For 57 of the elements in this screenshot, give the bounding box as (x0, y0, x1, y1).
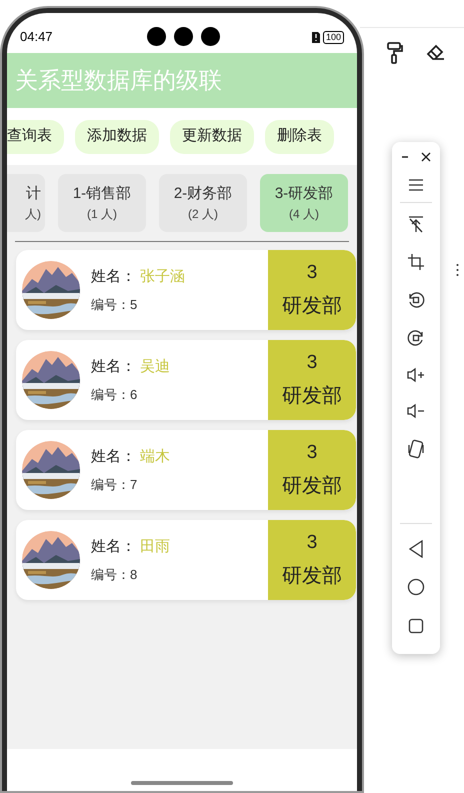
department-id: 3 (306, 350, 318, 375)
employee-id: 5 (130, 296, 138, 314)
action-button[interactable]: 添加数据 (75, 120, 159, 154)
rotate-icon[interactable] (407, 329, 425, 347)
action-button[interactable]: 删除表 (265, 120, 334, 154)
department-tab[interactable]: 计 人) (7, 174, 45, 232)
phone-rotate-icon[interactable] (407, 439, 425, 459)
employee-card[interactable]: 姓名： 端木 编号：7 3 研发部 (16, 430, 356, 510)
crop-icon[interactable] (407, 253, 425, 271)
department-name: 研发部 (282, 384, 342, 410)
camera-icon (201, 27, 220, 46)
pin-top-icon[interactable] (407, 215, 425, 233)
eraser-icon[interactable] (426, 44, 446, 62)
employee-card[interactable]: 姓名： 田雨 编号：8 3 研发部 (16, 520, 356, 600)
menu-icon[interactable] (408, 178, 424, 192)
camera-icon (147, 27, 166, 46)
employee-id: 8 (130, 566, 138, 584)
department-tab[interactable]: 1-销售部 (1 人) (58, 174, 146, 232)
department-id: 3 (306, 530, 318, 555)
status-time: 04:47 (20, 28, 53, 46)
id-label: 编号： (91, 566, 130, 584)
employee-name: 端木 (140, 447, 170, 467)
employee-name: 张子涵 (140, 267, 185, 287)
employee-name: 吴迪 (140, 357, 170, 377)
page-title: 关系型数据库的级联 (15, 66, 222, 96)
action-button[interactable]: 查询表 (7, 120, 64, 154)
camera-icon (174, 27, 193, 46)
paint-roller-icon[interactable] (386, 42, 404, 64)
employee-card[interactable]: 姓名： 张子涵 编号：5 3 研发部 (16, 250, 356, 330)
name-label: 姓名： (91, 267, 136, 287)
department-name: 研发部 (282, 474, 342, 500)
name-label: 姓名： (91, 537, 136, 557)
id-label: 编号： (91, 476, 130, 494)
volume-down-icon[interactable] (407, 403, 425, 419)
id-label: 编号： (91, 386, 130, 404)
alert-sim-icon (312, 32, 320, 42)
department-tab[interactable]: 2-财务部 (2 人) (159, 174, 247, 232)
name-label: 姓名： (91, 447, 136, 467)
employee-id: 7 (130, 476, 138, 494)
employee-name: 田雨 (140, 537, 170, 557)
name-label: 姓名： (91, 357, 136, 377)
rotate-icon[interactable] (407, 291, 425, 309)
department-tab[interactable]: 3-研发部 (4 人) (260, 174, 348, 232)
department-name: 研发部 (282, 564, 342, 590)
employee-card[interactable]: 姓名： 吴迪 编号：6 3 研发部 (16, 340, 356, 420)
battery-level: 100 (322, 30, 344, 44)
close-icon[interactable] (421, 152, 431, 162)
department-name: 研发部 (282, 294, 342, 320)
department-id: 3 (306, 440, 318, 465)
home-icon[interactable] (407, 578, 425, 596)
department-id: 3 (306, 260, 318, 285)
back-icon[interactable] (408, 540, 424, 558)
recents-icon[interactable] (408, 618, 424, 634)
employee-id: 6 (130, 386, 138, 404)
volume-up-icon[interactable] (407, 367, 425, 383)
action-button[interactable]: 更新数据 (170, 120, 254, 154)
id-label: 编号： (91, 296, 130, 314)
